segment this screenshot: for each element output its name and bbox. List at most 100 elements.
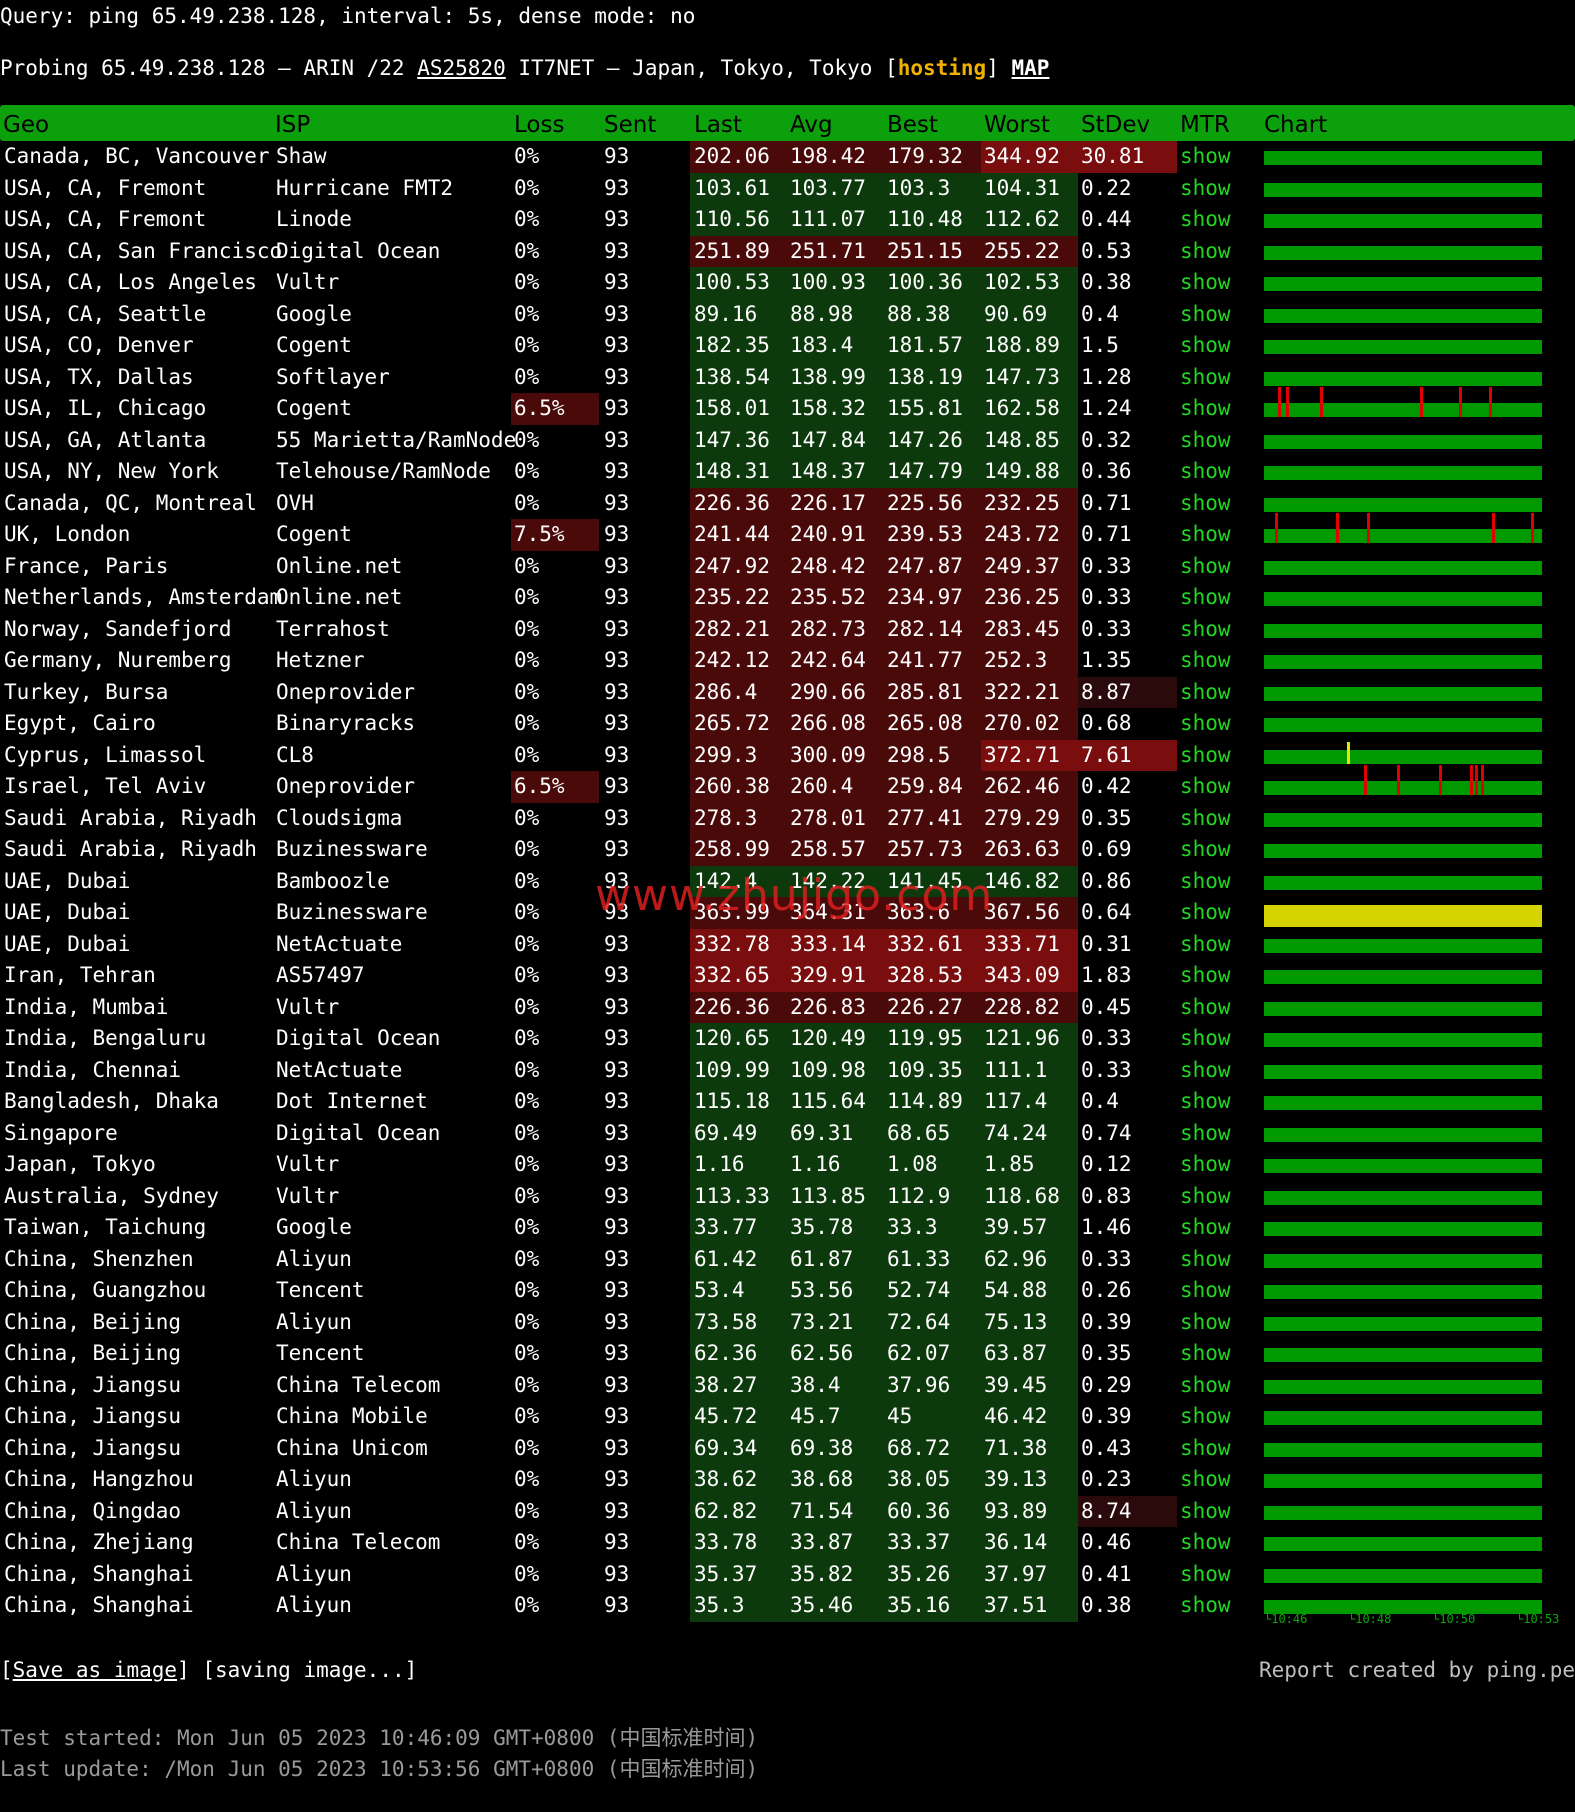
table-row: Germany, Nuremberg Hetzner 0% 93 242.12 242.6… — [0, 645, 1575, 677]
loss-cell: 0% — [514, 1561, 540, 1586]
save-image-link[interactable]: Save as image — [13, 1658, 177, 1682]
mtr-show-link[interactable]: show — [1180, 1370, 1231, 1402]
mtr-show-link[interactable]: show — [1180, 1149, 1231, 1181]
last-cell: 182.35 — [694, 333, 770, 357]
avg-cell: 35.46 — [790, 1593, 854, 1617]
stdev-cell: 1.5 — [1081, 333, 1119, 357]
mtr-show-link[interactable]: show — [1180, 771, 1231, 803]
mtr-show-link[interactable]: show — [1180, 866, 1231, 898]
avg-cell: 38.68 — [790, 1467, 854, 1491]
header-last: Last — [694, 112, 742, 138]
mtr-show-link[interactable]: show — [1180, 1433, 1231, 1465]
mtr-show-link[interactable]: show — [1180, 551, 1231, 583]
mtr-show-link[interactable]: show — [1180, 645, 1231, 677]
sent-cell: 93 — [604, 1530, 630, 1554]
latency-chart — [1264, 245, 1542, 260]
isp-cell: Bamboozle — [276, 868, 390, 893]
mtr-show-link[interactable]: show — [1180, 960, 1231, 992]
table-row: Japan, Tokyo Vultr 0% 93 1.16 1.16 1.08 1.85 0.1… — [0, 1149, 1575, 1181]
isp-cell: China Unicom — [276, 1435, 428, 1460]
packet-loss-mark — [1489, 387, 1493, 417]
mtr-show-link[interactable]: show — [1180, 1275, 1231, 1307]
mtr-show-link[interactable]: show — [1180, 740, 1231, 772]
hosting-tag: hosting — [897, 56, 987, 80]
worst-cell: 118.68 — [984, 1183, 1060, 1208]
mtr-show-link[interactable]: show — [1180, 141, 1231, 173]
table-row: India, Chennai NetActuate 0% 93 109.99 109.98… — [0, 1054, 1575, 1087]
mtr-show-link[interactable]: show — [1180, 582, 1231, 614]
geo-cell: India, Mumbai — [4, 994, 169, 1019]
table-row: Bangladesh, Dhaka Dot Internet 0% 93 115.18 1… — [0, 1086, 1575, 1118]
mtr-show-link[interactable]: show — [1180, 1244, 1231, 1276]
loss-cell: 0% — [514, 175, 540, 200]
mtr-show-link[interactable]: show — [1180, 1590, 1231, 1622]
mtr-show-link[interactable]: show — [1180, 1118, 1231, 1150]
isp-cell: Softlayer — [276, 364, 390, 389]
latency-chart — [1264, 1285, 1542, 1299]
table-row: China, Zhejiang China Telecom 0% 93 33.78 33.… — [0, 1527, 1575, 1559]
mtr-show-link[interactable]: show — [1180, 173, 1231, 205]
worst-cell: 1.85 — [984, 1152, 1035, 1176]
mtr-show-link[interactable]: show — [1180, 362, 1231, 394]
avg-cell: 183.4 — [790, 333, 854, 357]
isp-cell: Buzinessware — [276, 837, 428, 861]
mtr-show-link[interactable]: show — [1180, 330, 1231, 362]
mtr-show-link[interactable]: show — [1180, 236, 1231, 268]
mtr-show-link[interactable]: show — [1180, 425, 1231, 457]
mtr-show-link[interactable]: show — [1180, 1023, 1231, 1055]
latency-chart — [1264, 1222, 1542, 1236]
mtr-show-link[interactable]: show — [1180, 1307, 1231, 1339]
mtr-show-link[interactable]: show — [1180, 204, 1231, 236]
isp-cell: Aliyun — [276, 1561, 352, 1586]
mtr-show-link[interactable]: show — [1180, 1559, 1231, 1591]
mtr-show-link[interactable]: show — [1180, 1401, 1231, 1433]
last-cell: 61.42 — [694, 1246, 758, 1271]
mtr-show-link[interactable]: show — [1180, 708, 1231, 740]
mtr-show-link[interactable]: show — [1180, 992, 1231, 1024]
mtr-show-link[interactable]: show — [1180, 1496, 1231, 1528]
asn-link[interactable]: AS25820 — [417, 56, 506, 80]
last-cell: 35.3 — [694, 1593, 745, 1617]
mtr-show-link[interactable]: show — [1180, 456, 1231, 488]
mtr-show-link[interactable]: show — [1180, 1338, 1231, 1370]
loss-cell: 0% — [514, 1372, 540, 1397]
header-sent: Sent — [604, 112, 657, 138]
stdev-cell: 1.35 — [1081, 648, 1132, 672]
mtr-show-link[interactable]: show — [1180, 614, 1231, 646]
last-cell: 120.65 — [694, 1026, 770, 1050]
stdev-cell: 0.74 — [1081, 1120, 1132, 1145]
mtr-show-link[interactable]: show — [1180, 299, 1231, 331]
mtr-show-link[interactable]: show — [1180, 393, 1231, 425]
mtr-show-link[interactable]: show — [1180, 488, 1231, 520]
geo-cell: Saudi Arabia, Riyadh — [4, 837, 257, 861]
mtr-show-link[interactable]: show — [1180, 519, 1231, 551]
stdev-cell: 0.12 — [1081, 1152, 1132, 1176]
mtr-show-link[interactable]: show — [1180, 897, 1231, 929]
mtr-show-link[interactable]: show — [1180, 929, 1231, 961]
mtr-show-link[interactable]: show — [1180, 1181, 1231, 1213]
table-row: Turkey, Bursa Oneprovider 0% 93 286.4 290.66 2… — [0, 676, 1575, 709]
loss-cell: 0% — [514, 1152, 540, 1176]
mtr-show-link[interactable]: show — [1180, 834, 1231, 866]
mtr-show-link[interactable]: show — [1180, 803, 1231, 835]
latency-chart — [1264, 1568, 1542, 1583]
loss-cell: 0% — [514, 1057, 540, 1082]
mtr-show-link[interactable]: show — [1180, 1527, 1231, 1559]
mtr-show-link[interactable]: show — [1180, 677, 1231, 709]
mtr-show-link[interactable]: show — [1180, 1055, 1231, 1087]
loss-cell: 0% — [514, 1435, 540, 1460]
stdev-cell: 1.46 — [1081, 1215, 1132, 1239]
isp-cell: Dot Internet — [276, 1089, 428, 1113]
mtr-show-link[interactable]: show — [1180, 1086, 1231, 1118]
last-cell: 148.31 — [694, 459, 770, 483]
mtr-show-link[interactable]: show — [1180, 1212, 1231, 1244]
mtr-show-link[interactable]: show — [1180, 267, 1231, 299]
last-cell: 138.54 — [694, 364, 770, 389]
mtr-show-link[interactable]: show — [1180, 1464, 1231, 1496]
geo-cell: Egypt, Cairo — [4, 711, 156, 735]
sent-cell: 93 — [604, 364, 630, 389]
sent-cell: 93 — [604, 459, 630, 483]
loss-cell: 0% — [514, 1026, 540, 1050]
map-link[interactable]: MAP — [1012, 56, 1050, 80]
table-row: Australia, Sydney Vultr 0% 93 113.33 113.85 11… — [0, 1180, 1575, 1213]
